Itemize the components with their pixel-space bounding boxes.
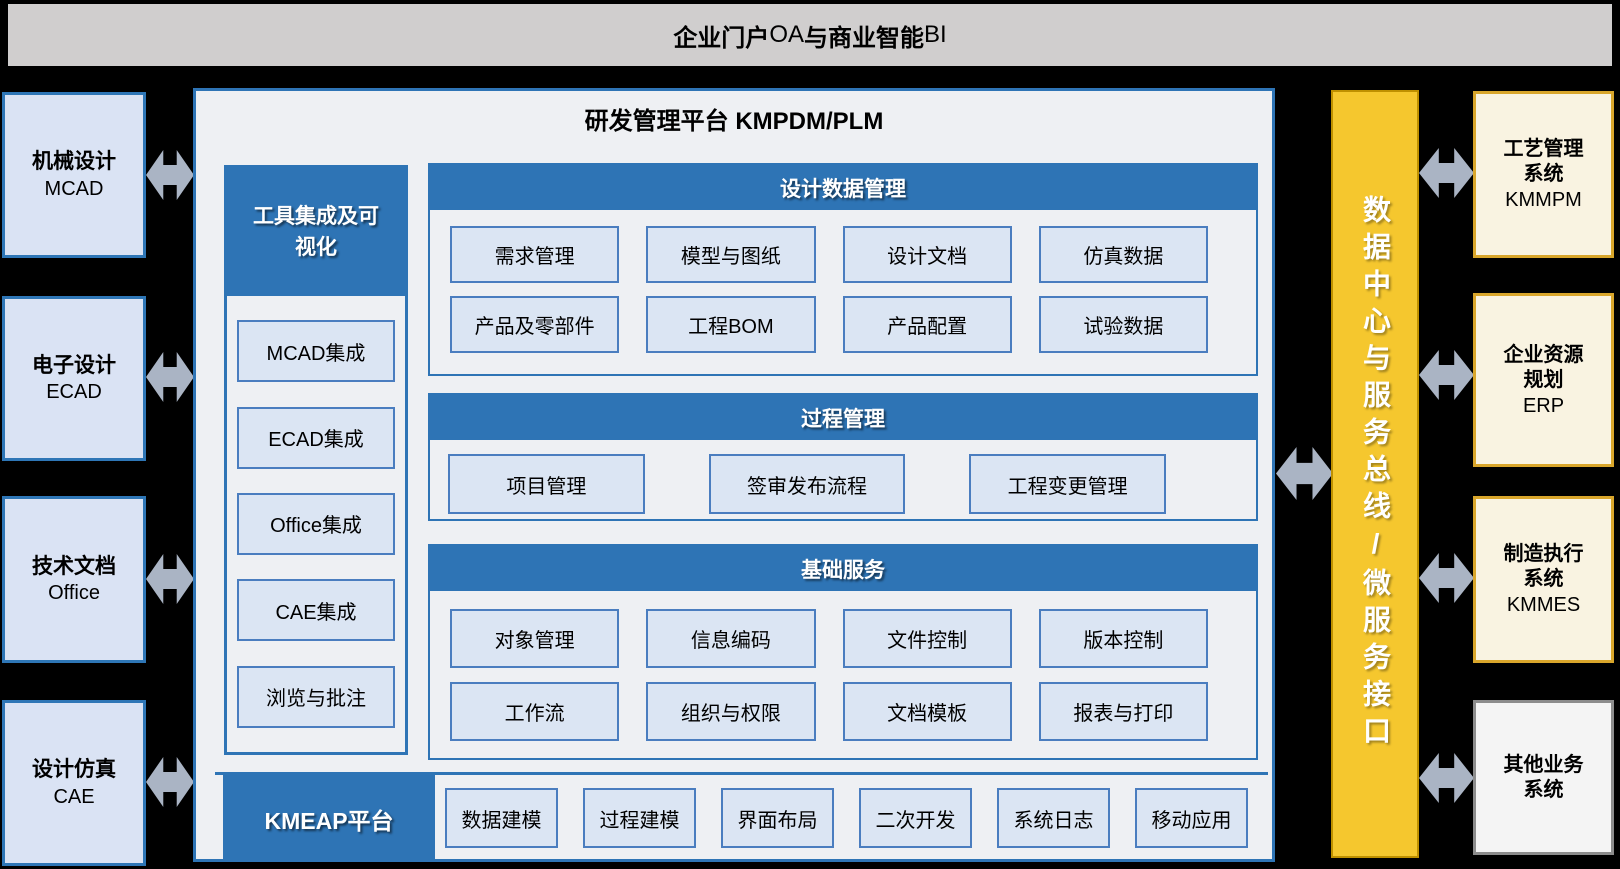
double-arrow-icon <box>1419 148 1474 198</box>
system-label-zh: 制造执行系统 <box>1498 542 1590 592</box>
double-arrow-icon <box>146 554 194 604</box>
module-cell: 试验数据 <box>1039 296 1208 353</box>
system-label-zh: 技术文档 <box>32 554 116 580</box>
kmeap-item: 界面布局 <box>721 788 834 848</box>
kmeap-label: KMEAP平台 <box>223 775 435 862</box>
tool-integration-items: MCAD集成 ECAD集成 Office集成 CAE集成 浏览与批注 <box>227 296 405 752</box>
double-arrow-icon <box>146 150 194 200</box>
system-label-zh: 电子设计 <box>32 353 116 379</box>
tool-item-office: Office集成 <box>237 493 395 555</box>
banner-text-and: 与 <box>804 18 828 53</box>
system-box-kmmpm: 工艺管理系统 KMMPM <box>1473 91 1614 258</box>
kmeap-item: 过程建模 <box>583 788 696 848</box>
system-box-kmmes: 制造执行系统 KMMES <box>1473 496 1614 663</box>
module-cell: 信息编码 <box>646 609 815 668</box>
double-arrow-icon <box>1419 753 1474 803</box>
section-header: 设计数据管理 <box>430 165 1256 210</box>
system-label-zh: 设计仿真 <box>32 757 116 783</box>
kmeap-item: 二次开发 <box>859 788 972 848</box>
double-arrow-icon <box>146 352 194 402</box>
module-cell: 文档模板 <box>843 682 1012 741</box>
system-label-en: KMMES <box>1507 594 1580 617</box>
system-box-erp: 企业资源规划 ERP <box>1473 293 1614 467</box>
system-label-en: KMMPM <box>1505 189 1582 212</box>
banner-text-bi-zh: 商业智能 <box>828 18 924 53</box>
tool-integration-header: 工具集成及可视化 <box>227 168 405 296</box>
double-arrow-icon <box>1419 553 1474 603</box>
diagram-canvas: 企业门户OA 与 商业智能 BI 机械设计 MCAD 电子设计 ECAD 技术文… <box>0 0 1620 869</box>
kmeap-item: 系统日志 <box>997 788 1110 848</box>
kmeap-items: 数据建模 过程建模 界面布局 二次开发 系统日志 移动应用 <box>445 788 1248 848</box>
system-box-other: 其他业务系统 <box>1473 700 1614 855</box>
kmeap-bar: KMEAP平台 数据建模 过程建模 界面布局 二次开发 系统日志 移动应用 <box>215 772 1268 862</box>
system-box-mcad: 机械设计 MCAD <box>2 92 146 258</box>
system-label-zh: 企业资源规划 <box>1498 343 1590 393</box>
tool-item-cae: CAE集成 <box>237 579 395 641</box>
module-cell: 产品配置 <box>843 296 1012 353</box>
double-arrow-icon <box>1419 350 1474 400</box>
system-label-en: Office <box>48 582 100 605</box>
tool-item-mcad: MCAD集成 <box>237 320 395 382</box>
module-cell: 签审发布流程 <box>709 454 906 514</box>
module-cell: 需求管理 <box>450 226 619 283</box>
plm-platform-panel: 研发管理平台 KMPDM/PLM 工具集成及可视化 MCAD集成 ECAD集成 … <box>193 88 1275 862</box>
system-label-en: ECAD <box>46 381 102 404</box>
system-box-ecad: 电子设计 ECAD <box>2 296 146 461</box>
module-cell: 仿真数据 <box>1039 226 1208 283</box>
module-cell: 对象管理 <box>450 609 619 668</box>
tool-item-browse: 浏览与批注 <box>237 666 395 728</box>
section-header: 基础服务 <box>430 546 1256 591</box>
banner-text-portal: 企业门户 <box>673 18 769 53</box>
module-cell: 产品及零部件 <box>450 296 619 353</box>
top-banner: 企业门户OA 与 商业智能 BI <box>8 4 1612 66</box>
module-cell: 工程变更管理 <box>969 454 1166 514</box>
double-arrow-icon <box>1276 447 1333 500</box>
double-arrow-icon <box>146 757 194 807</box>
module-cell: 模型与图纸 <box>646 226 815 283</box>
module-cell: 组织与权限 <box>646 682 815 741</box>
banner-text-bi: BI <box>924 21 947 49</box>
module-cell: 工程BOM <box>646 296 815 353</box>
module-cell: 版本控制 <box>1039 609 1208 668</box>
service-bus-bar: 数据中心与服务总线/微服务接口 <box>1331 90 1419 858</box>
module-cell: 项目管理 <box>448 454 645 514</box>
platform-title: 研发管理平台 KMPDM/PLM <box>196 101 1272 136</box>
section-base-services: 基础服务 对象管理 信息编码 文件控制 版本控制 工作流 组织与权限 文档模板 … <box>428 544 1258 760</box>
system-box-office: 技术文档 Office <box>2 496 146 663</box>
module-cell: 文件控制 <box>843 609 1012 668</box>
section-process: 过程管理 项目管理 签审发布流程 工程变更管理 <box>428 393 1258 521</box>
kmeap-item: 移动应用 <box>1135 788 1248 848</box>
system-label-zh: 其他业务系统 <box>1498 753 1590 803</box>
section-body: 对象管理 信息编码 文件控制 版本控制 工作流 组织与权限 文档模板 报表与打印 <box>430 591 1256 755</box>
tool-integration-column: 工具集成及可视化 MCAD集成 ECAD集成 Office集成 CAE集成 浏览… <box>224 165 408 755</box>
module-cell: 设计文档 <box>843 226 1012 283</box>
module-cell: 工作流 <box>450 682 619 741</box>
tool-item-ecad: ECAD集成 <box>237 407 395 469</box>
section-design-data: 设计数据管理 需求管理 模型与图纸 设计文档 仿真数据 产品及零部件 工程BOM… <box>428 163 1258 376</box>
section-body: 项目管理 签审发布流程 工程变更管理 <box>430 440 1256 528</box>
section-body: 需求管理 模型与图纸 设计文档 仿真数据 产品及零部件 工程BOM 产品配置 试… <box>430 210 1256 368</box>
system-label-en: CAE <box>53 786 94 809</box>
system-label-zh: 工艺管理系统 <box>1498 137 1590 187</box>
banner-text-oa: OA <box>769 21 804 49</box>
kmeap-item: 数据建模 <box>445 788 558 848</box>
module-cell: 报表与打印 <box>1039 682 1208 741</box>
service-bus-label: 数据中心与服务总线/微服务接口 <box>1355 195 1395 753</box>
system-label-zh: 机械设计 <box>32 149 116 175</box>
section-header: 过程管理 <box>430 395 1256 440</box>
system-label-en: ERP <box>1523 395 1564 418</box>
system-box-cae: 设计仿真 CAE <box>2 700 146 866</box>
system-label-en: MCAD <box>45 178 104 201</box>
